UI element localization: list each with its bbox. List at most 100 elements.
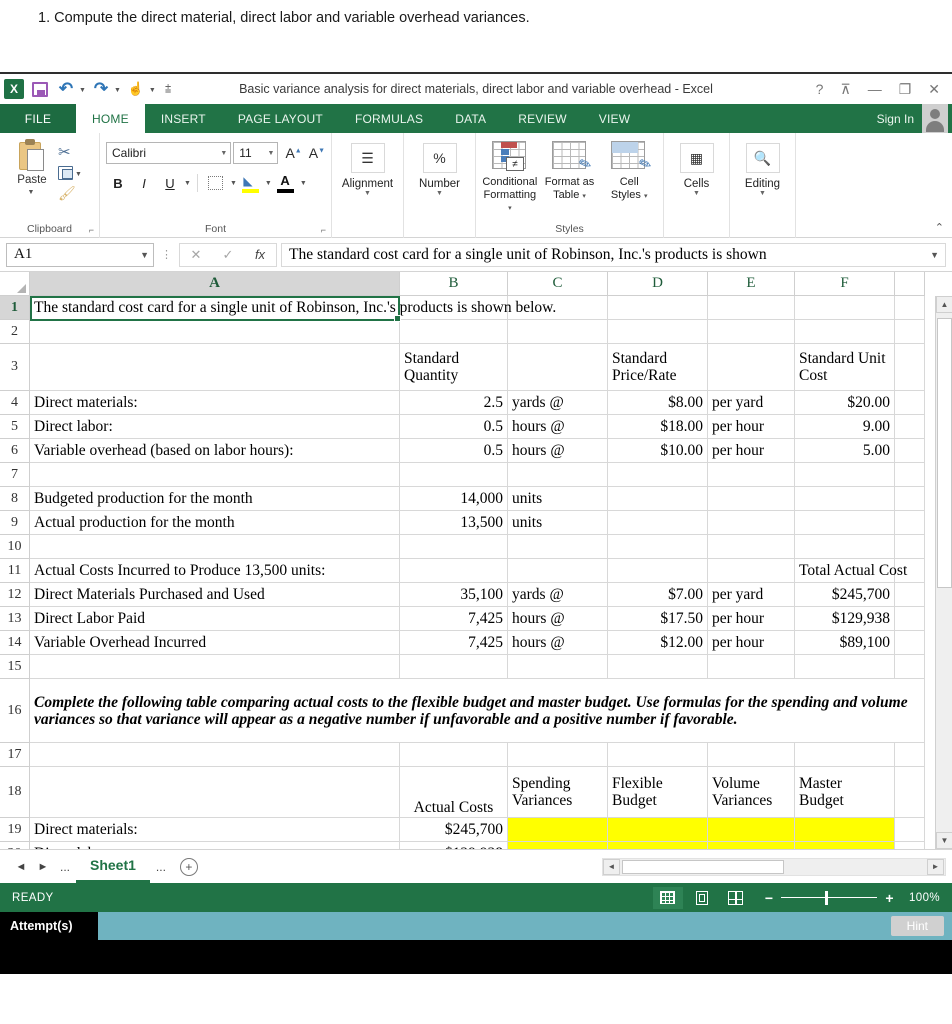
cell-E3[interactable] [708,344,795,391]
cell-C17[interactable] [508,743,608,767]
tab-view[interactable]: VIEW [583,104,646,133]
cell-A6[interactable]: Variable overhead (based on labor hours)… [30,439,400,463]
cell-C10[interactable] [508,535,608,559]
cell-F3[interactable]: Standard Unit Cost [795,344,895,391]
shrink-font-button[interactable]: A▼ [309,145,325,161]
column-header-A[interactable]: A [30,272,400,296]
row-header-18[interactable]: 18 [0,767,30,818]
row-header-2[interactable]: 2 [0,320,30,344]
cell-D7[interactable] [608,463,708,487]
row-header-5[interactable]: 5 [0,415,30,439]
cell-F11[interactable]: Total Actual Cost [795,559,907,583]
clipboard-dialog-launcher-icon[interactable]: ⌐ [89,225,94,235]
cells-dropdown-icon[interactable]: ▼ [693,190,700,197]
cell-G18[interactable] [895,767,925,818]
cell-C18[interactable]: Spending Variances [508,767,608,818]
cell-F2[interactable] [795,320,895,344]
cell-D13[interactable]: $17.50 [608,607,708,631]
chevron-down-icon[interactable]: ▾ [644,193,648,200]
cell-A17[interactable] [30,743,400,767]
cell-E8[interactable] [708,487,795,511]
cell-styles-button[interactable]: ✎ Cell Styles ▾ [601,140,657,216]
cell-B14[interactable]: 7,425 [400,631,508,655]
chevron-down-icon[interactable]: ▾ [582,193,586,200]
cell-C7[interactable] [508,463,608,487]
cell-E6[interactable]: per hour [708,439,795,463]
underline-dropdown-icon[interactable]: ▼ [184,180,191,187]
row-header-10[interactable]: 10 [0,535,30,559]
font-color-button[interactable]: A [274,172,298,194]
touch-mode-icon[interactable]: ☝ [125,78,147,100]
touch-mode-dropdown-icon[interactable]: ▼ [149,87,156,94]
cell-G3[interactable] [895,344,925,391]
expand-formula-bar-icon[interactable]: ▼ [930,250,941,260]
cell-G19[interactable] [895,818,925,842]
cell-G7[interactable] [895,463,925,487]
cell-F20[interactable] [795,842,895,849]
column-header-B[interactable]: B [400,272,508,296]
cell-D3[interactable]: Standard Price/Rate [608,344,708,391]
tab-formulas[interactable]: FORMULAS [339,104,439,133]
row-header-1[interactable]: 1 [0,296,30,320]
cell-E18[interactable]: Volume Variances [708,767,795,818]
cell-D15[interactable] [608,655,708,679]
scroll-left-button[interactable]: ◄ [603,858,620,875]
cell-A3[interactable] [30,344,400,391]
cell-A7[interactable] [30,463,400,487]
horizontal-scrollbar-thumb[interactable] [622,859,784,874]
spreadsheet-grid[interactable]: A B C D E F 1 The standard cost card for … [0,272,952,849]
cell-B9[interactable]: 13,500 [400,511,508,535]
cell-B12[interactable]: 35,100 [400,583,508,607]
cell-G6[interactable] [895,439,925,463]
cell-B5[interactable]: 0.5 [400,415,508,439]
cell-A18[interactable] [30,767,400,818]
font-name-combo[interactable]: Calibri ▼ [106,142,232,164]
copy-dropdown-icon[interactable]: ▼ [75,171,82,178]
copy-button[interactable]: ▼ [58,162,86,183]
grow-font-button[interactable]: A▲ [285,145,301,161]
cell-G1[interactable] [895,296,925,320]
row-header-6[interactable]: 6 [0,439,30,463]
undo-dropdown-icon[interactable]: ▼ [79,87,86,94]
cell-A20[interactable]: Direct labor: [30,842,400,849]
cell-F7[interactable] [795,463,895,487]
cell-E4[interactable]: per yard [708,391,795,415]
cell-D6[interactable]: $10.00 [608,439,708,463]
cell-B4[interactable]: 2.5 [400,391,508,415]
next-sheet-icon[interactable]: ► [32,861,54,873]
cell-E5[interactable]: per hour [708,415,795,439]
cell-E10[interactable] [708,535,795,559]
cell-B20[interactable]: $129,938 [400,842,508,849]
cell-D18[interactable]: Flexible Budget [608,767,708,818]
cell-F10[interactable] [795,535,895,559]
cell-G15[interactable] [895,655,925,679]
column-header-D[interactable]: D [608,272,708,296]
row-header-3[interactable]: 3 [0,344,30,391]
cell-D2[interactable] [608,320,708,344]
row-header-7[interactable]: 7 [0,463,30,487]
avatar[interactable] [922,104,948,133]
cell-A12[interactable]: Direct Materials Purchased and Used [30,583,400,607]
paste-button[interactable]: Paste ▼ [6,137,58,204]
chevron-down-icon[interactable]: ▼ [140,250,149,260]
cell-F13[interactable]: $129,938 [795,607,895,631]
row-header-11[interactable]: 11 [0,559,30,583]
cell-E11[interactable] [708,559,795,583]
format-as-table-button[interactable]: ✎ Format as Table ▾ [542,140,598,216]
cell-C14[interactable]: hours @ [508,631,608,655]
cell-B7[interactable] [400,463,508,487]
cell-D4[interactable]: $8.00 [608,391,708,415]
cell-A16[interactable]: Complete the following table comparing a… [30,679,925,743]
tab-insert[interactable]: INSERT [145,104,222,133]
cell-F17[interactable] [795,743,895,767]
vertical-scrollbar-thumb[interactable] [937,318,952,588]
zoom-level-label[interactable]: 100% [906,892,940,904]
borders-dropdown-icon[interactable]: ▼ [230,180,237,187]
customize-qat-icon[interactable]: ⩲ [165,83,171,96]
previous-sheet-icon[interactable]: ◄ [10,861,32,873]
redo-icon[interactable]: ↷ [90,78,112,100]
column-header-G-partial[interactable] [895,272,925,296]
cell-C4[interactable]: yards @ [508,391,608,415]
tab-home[interactable]: HOME [76,104,145,133]
cell-A14[interactable]: Variable Overhead Incurred [30,631,400,655]
